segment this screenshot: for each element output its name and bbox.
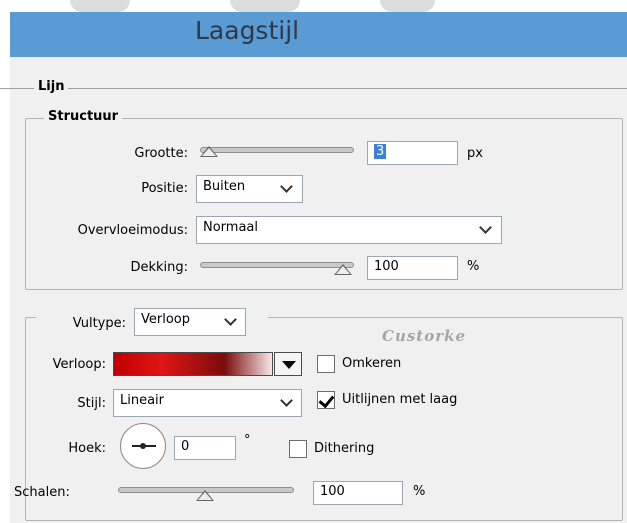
positie-value: Buiten	[203, 179, 246, 194]
grootte-slider-track[interactable]	[200, 147, 354, 153]
gradient-dropdown-button[interactable]	[274, 352, 302, 376]
omkeren-checkbox[interactable]	[317, 355, 335, 373]
vultype-label: Vultype:	[72, 316, 126, 331]
chevron-down-icon	[479, 221, 492, 234]
decorative-shape	[380, 0, 435, 12]
schalen-label: Schalen:	[14, 485, 70, 500]
uitlijnen-checkbox[interactable]	[317, 391, 335, 409]
title-bar: Laagstijl	[10, 12, 627, 57]
triangle-down-icon	[282, 361, 296, 369]
schalen-value: 100	[320, 484, 345, 499]
overvloeimodus-value: Normaal	[203, 220, 259, 235]
dithering-label: Dithering	[314, 441, 375, 456]
vultype-select[interactable]: Verloop	[134, 308, 246, 336]
dithering-checkbox[interactable]	[289, 440, 307, 458]
chevron-down-icon	[280, 180, 293, 193]
top-strip	[0, 0, 627, 12]
hoek-input[interactable]: 0	[174, 436, 236, 460]
dekking-slider-track[interactable]	[200, 262, 354, 268]
grootte-unit: px	[467, 146, 483, 161]
overvloeimodus-label: Overvloeimodus:	[77, 223, 188, 238]
grootte-slider-thumb[interactable]	[200, 146, 218, 157]
section-divider	[0, 88, 627, 89]
dekking-input[interactable]: 100	[367, 256, 458, 280]
schalen-input[interactable]: 100	[313, 481, 403, 505]
grootte-value: 3	[374, 144, 387, 159]
decorative-shape	[230, 0, 300, 12]
omkeren-label: Omkeren	[342, 356, 402, 371]
angle-dial[interactable]	[120, 423, 166, 469]
dekking-value: 100	[374, 259, 399, 274]
hoek-unit: °	[244, 433, 251, 448]
stijl-label: Stijl:	[77, 396, 106, 411]
dekking-slider-thumb[interactable]	[334, 264, 352, 275]
stijl-select[interactable]: Lineair	[113, 389, 302, 417]
gradient-swatch[interactable]	[113, 352, 273, 376]
verloop-label: Verloop:	[52, 357, 106, 372]
grootte-label: Grootte:	[134, 146, 188, 161]
positie-select[interactable]: Buiten	[196, 175, 303, 203]
window-title: Laagstijl	[195, 16, 300, 45]
decorative-shape	[70, 0, 130, 12]
section-structuur-label: Structuur	[44, 109, 123, 124]
chevron-down-icon	[280, 394, 293, 407]
grootte-input[interactable]: 3	[367, 141, 458, 165]
chevron-down-icon	[224, 313, 237, 326]
section-lijn-label: Lijn	[34, 79, 69, 94]
dekking-label: Dekking:	[130, 260, 188, 275]
dekking-unit: %	[467, 259, 480, 274]
checkmark-icon	[318, 391, 335, 409]
watermark-text: Custorke	[382, 327, 467, 345]
schalen-unit: %	[413, 484, 426, 499]
stijl-value: Lineair	[120, 393, 165, 408]
schalen-slider-thumb[interactable]	[196, 490, 214, 501]
hoek-value: 0	[181, 439, 190, 454]
overvloeimodus-select[interactable]: Normaal	[196, 216, 502, 244]
uitlijnen-label: Uitlijnen met laag	[342, 392, 458, 407]
hoek-label: Hoek:	[68, 441, 106, 456]
vultype-value: Verloop	[141, 312, 190, 327]
positie-label: Positie:	[141, 181, 188, 196]
angle-dial-center	[140, 443, 146, 449]
